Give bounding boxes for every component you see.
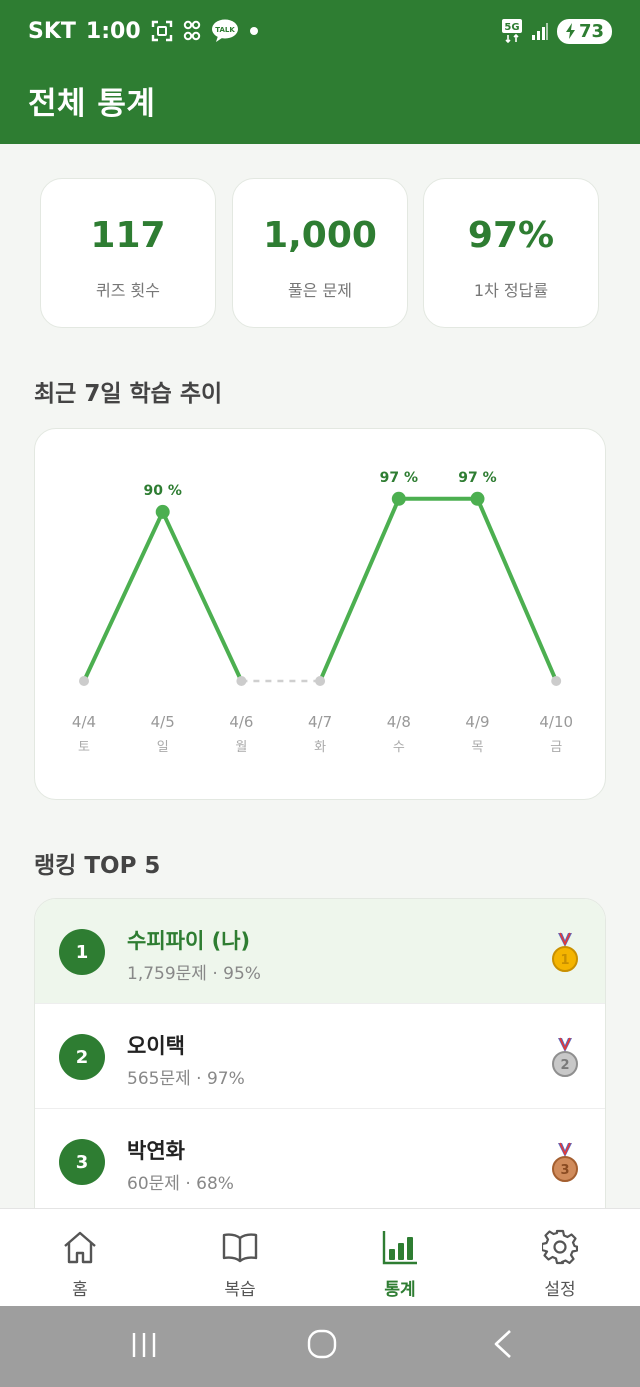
back-icon[interactable]	[488, 1328, 518, 1360]
ranking-row-1[interactable]: 1 수피파이 (나) 1,759문제 · 95% 1	[35, 899, 605, 1004]
signal-icon	[531, 21, 549, 41]
stat-card-quiz-count: 117 퀴즈 횟수	[40, 178, 216, 328]
gold-medal-icon: 1	[552, 932, 578, 972]
x-tick-label: 4/10	[539, 713, 573, 731]
system-navigation-bar	[0, 1306, 640, 1387]
rank-badge: 1	[59, 929, 105, 975]
trend-line-segment	[475, 496, 559, 683]
stat-value: 117	[90, 215, 166, 256]
trend-chart: 90 % 97 % 97 % 4/4 토 4/5 일 4/6 월 4/7 화 4/8 수 4/9 목 4/10…	[72, 470, 573, 755]
ranking-list: 1 수피파이 (나) 1,759문제 · 95% 1 2 오이택 565문제 ·…	[34, 898, 606, 1218]
data-point	[155, 504, 170, 519]
x-tick-label: 4/8	[387, 713, 411, 731]
screenshot-icon	[151, 20, 173, 42]
nav-settings[interactable]: 설정	[480, 1209, 640, 1307]
data-label: 90 %	[144, 483, 182, 499]
network-5g-icon: 5G	[501, 18, 523, 44]
bar-chart-icon	[382, 1231, 417, 1265]
x-tick-label: 4/7	[308, 713, 332, 731]
empty-data-point	[551, 676, 562, 686]
rank-name: 수피파이 (나)	[127, 929, 251, 953]
recent-apps-icon[interactable]	[130, 1330, 160, 1360]
data-label: 97 %	[380, 470, 418, 486]
x-tick-label: 4/6	[229, 713, 253, 731]
nav-home[interactable]: 홈	[0, 1209, 160, 1307]
weekday-label: 일	[157, 740, 169, 755]
empty-data-point	[315, 676, 326, 686]
kakaotalk-label: TALK	[215, 26, 235, 34]
kakaotalk-icon: TALK	[211, 19, 239, 43]
weekday-label: 금	[550, 740, 562, 755]
ranking-row-2[interactable]: 2 오이택 565문제 · 97% 2	[35, 1004, 605, 1109]
x-tick-label: 4/4	[72, 713, 96, 731]
stat-value: 1,000	[263, 215, 377, 256]
x-tick-label: 4/9	[465, 713, 489, 731]
status-bar: SKT 1:00 TALK 5G 73	[0, 0, 640, 62]
trend-line-segment	[160, 509, 244, 683]
carrier-label: SKT	[28, 18, 76, 44]
nav-label: 통계	[384, 1280, 416, 1300]
rank-detail: 565문제 · 97%	[127, 1069, 245, 1089]
network-label: 5G	[504, 22, 519, 33]
nav-label: 홈	[72, 1280, 88, 1300]
notification-dot-icon	[249, 26, 259, 36]
silver-medal-icon: 2	[552, 1037, 578, 1077]
weekday-label: 화	[314, 740, 326, 755]
medal-rank: 2	[560, 1058, 569, 1073]
rank-badge: 2	[59, 1034, 105, 1080]
home-button-icon[interactable]	[306, 1328, 338, 1360]
weekday-label: 수	[393, 740, 405, 755]
nav-review[interactable]: 복습	[160, 1209, 320, 1307]
weekday-label: 토	[78, 740, 90, 755]
rank-name: 박연화	[127, 1139, 185, 1163]
rank-detail: 60문제 · 68%	[127, 1174, 234, 1194]
stat-card-accuracy: 97% 1차 정답률	[423, 178, 599, 328]
nav-label: 설정	[544, 1280, 576, 1300]
stat-label: 1차 정답률	[473, 281, 549, 300]
weekday-label: 목	[472, 740, 484, 755]
battery-indicator: 73	[556, 18, 612, 44]
data-label: 97 %	[458, 470, 496, 486]
medal-rank: 3	[560, 1163, 569, 1178]
app-grid-icon	[183, 20, 201, 42]
x-tick-label: 4/5	[151, 713, 175, 731]
stat-value: 97%	[467, 215, 555, 256]
rank-name: 오이택	[127, 1034, 185, 1058]
empty-data-point	[79, 676, 89, 686]
page-title: 전체 통계	[28, 86, 156, 122]
trend-line-segment	[318, 496, 401, 683]
bottom-navigation: 홈 복습 통계 설정	[0, 1208, 640, 1306]
home-icon	[64, 1231, 96, 1264]
nav-label: 복습	[224, 1280, 256, 1300]
rank-detail: 1,759문제 · 95%	[127, 964, 261, 984]
gear-icon	[542, 1229, 578, 1265]
clock: 1:00	[85, 18, 141, 44]
trend-line-segment	[82, 509, 165, 683]
trend-section-title: 최근 7일 학습 추이	[34, 381, 223, 407]
empty-data-point	[236, 676, 247, 686]
weekday-label: 월	[235, 740, 247, 755]
stat-label: 풀은 문제	[288, 281, 352, 300]
book-icon	[222, 1233, 258, 1263]
battery-level: 73	[578, 20, 604, 42]
data-point	[391, 491, 406, 506]
bronze-medal-icon: 3	[552, 1142, 578, 1182]
data-point	[470, 491, 485, 506]
nav-stats[interactable]: 통계	[320, 1209, 480, 1307]
trend-chart-card: 90 % 97 % 97 % 4/4 토 4/5 일 4/6 월 4/7 화 4/8 수 4/9 목 4/10…	[34, 428, 606, 800]
stat-label: 퀴즈 횟수	[96, 281, 160, 300]
charging-icon	[565, 23, 575, 39]
ranking-section-title: 랭킹 TOP 5	[34, 853, 161, 879]
medal-rank: 1	[560, 953, 569, 968]
rank-badge: 3	[59, 1139, 105, 1185]
ranking-row-3[interactable]: 3 박연화 60문제 · 68% 3	[35, 1109, 605, 1214]
app-header: SKT 1:00 TALK 5G 73 전체 통계	[0, 0, 640, 144]
stat-card-solved-count: 1,000 풀은 문제	[232, 178, 408, 328]
